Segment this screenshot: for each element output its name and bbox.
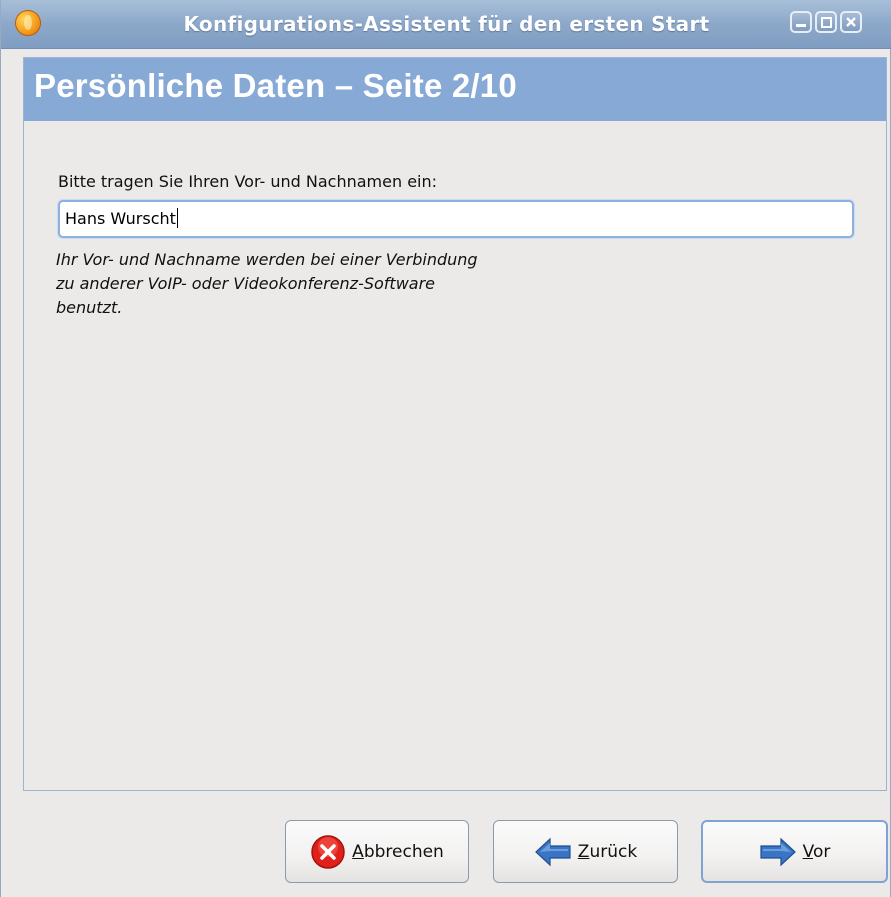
arrow-right-icon bbox=[759, 837, 797, 867]
close-icon[interactable] bbox=[840, 11, 862, 33]
back-button-label: Zurück bbox=[577, 841, 638, 862]
page-title: Persönliche Daten – Seite 2/10 bbox=[34, 67, 517, 104]
back-button[interactable]: Zurück bbox=[493, 820, 678, 883]
wizard-window: Konfigurations-Assistent für den ersten … bbox=[0, 0, 891, 897]
window-title: Konfigurations-Assistent für den ersten … bbox=[183, 12, 710, 36]
next-button[interactable]: Vor bbox=[701, 820, 888, 883]
name-input[interactable] bbox=[58, 200, 854, 238]
hint-line: zu anderer VoIP- oder Videokonferenz-Sof… bbox=[56, 274, 436, 293]
cancel-icon bbox=[310, 834, 346, 870]
cancel-button[interactable]: Abbrechen bbox=[285, 820, 469, 883]
close-glyph bbox=[846, 17, 856, 27]
maximize-icon[interactable] bbox=[815, 11, 837, 33]
content-panel: Persönliche Daten – Seite 2/10 Bitte tra… bbox=[23, 57, 887, 791]
title-bar[interactable]: Konfigurations-Assistent für den ersten … bbox=[1, 0, 891, 49]
page-header: Persönliche Daten – Seite 2/10 bbox=[24, 58, 886, 121]
minimize-icon[interactable] bbox=[790, 11, 812, 33]
arrow-left-icon bbox=[534, 837, 572, 867]
name-field-label: Bitte tragen Sie Ihren Vor- und Nachname… bbox=[58, 172, 438, 191]
hint-line: Ihr Vor- und Nachname werden bei einer V… bbox=[56, 250, 478, 269]
hint-line: benutzt. bbox=[56, 298, 123, 317]
cancel-button-label: Abbrechen bbox=[352, 841, 444, 862]
next-button-label: Vor bbox=[802, 841, 831, 862]
name-hint: Ihr Vor- und Nachname werden bei einer V… bbox=[56, 248, 576, 320]
